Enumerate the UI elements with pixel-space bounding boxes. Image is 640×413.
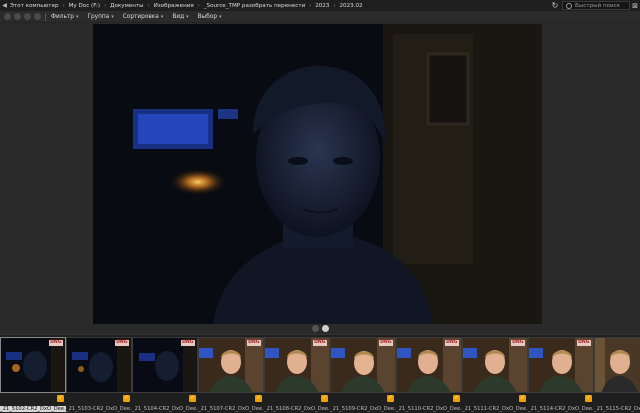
thumbnail[interactable]: DNG ✓ _21_5102-CR2_DxO_Dee... bbox=[0, 337, 66, 413]
sort-menu[interactable]: Сортировка bbox=[119, 14, 169, 20]
chevron-right-icon[interactable]: › bbox=[145, 3, 153, 9]
thumbnail-image bbox=[594, 337, 640, 393]
toolbar-divider bbox=[45, 12, 46, 21]
dng-badge: DNG bbox=[114, 340, 129, 346]
thumbnail-filename: _21_5114-CR2_DxO_Dee... bbox=[528, 406, 594, 412]
filter-menu[interactable]: Фильтр bbox=[47, 14, 83, 20]
up-button[interactable] bbox=[23, 13, 31, 20]
thumbnail[interactable]: DNG ✓ _21_5103-CR2_DxO_Dee... bbox=[66, 337, 132, 413]
forward-button[interactable] bbox=[13, 13, 21, 20]
breadcrumb-item-2023[interactable]: 2023 bbox=[314, 3, 330, 9]
thumbnail-filename: _21_5104-CR2_DxO_Dee... bbox=[132, 406, 198, 412]
search-placeholder: Быстрый поиск bbox=[575, 2, 621, 9]
thumbnail[interactable]: DNG ✓ _21_5111-CR2_DxO_Dee... bbox=[462, 337, 528, 413]
thumbnail[interactable]: DNG ✓ _21_5104-CR2_DxO_Dee... bbox=[132, 337, 198, 413]
dng-badge: DNG bbox=[246, 340, 261, 346]
checkbox[interactable]: ✓ bbox=[453, 395, 460, 402]
dng-badge: DNG bbox=[444, 340, 459, 346]
thumbnail[interactable]: _21_5115-CR2_DxO bbox=[594, 337, 640, 413]
thumbnail-filename: _21_5109-CR2_DxO_Dee... bbox=[330, 406, 396, 412]
breadcrumb-item-documents[interactable]: Документы bbox=[109, 3, 144, 9]
thumbnail-filename: _21_5107-CR2_DxO_Dee... bbox=[198, 406, 264, 412]
back-button[interactable] bbox=[3, 13, 11, 20]
breadcrumb: Этот компьютер › My Doc (F:) › Документы… bbox=[9, 3, 364, 9]
checkbox[interactable]: ✓ bbox=[57, 395, 64, 402]
checkbox[interactable]: ✓ bbox=[387, 395, 394, 402]
checkbox[interactable]: ✓ bbox=[519, 395, 526, 402]
toolbar: Фильтр Группа Сортировка Вид Выбор bbox=[0, 11, 640, 23]
chevron-right-icon[interactable]: › bbox=[60, 3, 68, 9]
checkbox[interactable]: ✓ bbox=[255, 395, 262, 402]
select-menu[interactable]: Выбор bbox=[194, 14, 227, 20]
thumbnail[interactable]: DNG ✓ _21_5107-CR2_DxO_Dee... bbox=[198, 337, 264, 413]
breadcrumb-item-computer[interactable]: Этот компьютер bbox=[9, 3, 60, 9]
dng-badge: DNG bbox=[312, 340, 327, 346]
dng-badge: DNG bbox=[378, 340, 393, 346]
checkbox[interactable]: ✓ bbox=[321, 395, 328, 402]
chevron-right-icon[interactable]: › bbox=[330, 3, 338, 9]
pager bbox=[0, 325, 640, 333]
preview-photo-graphic bbox=[93, 24, 542, 324]
breadcrumb-item-drive[interactable]: My Doc (F:) bbox=[68, 3, 102, 9]
search-input[interactable]: Быстрый поиск bbox=[562, 1, 630, 10]
pager-dot-1[interactable] bbox=[311, 325, 319, 332]
clear-search-icon[interactable]: ⊠ bbox=[630, 2, 640, 10]
thumbnail[interactable]: DNG ✓ _21_5109-CR2_DxO_Dee... bbox=[330, 337, 396, 413]
chevron-right-icon[interactable]: › bbox=[306, 3, 314, 9]
thumbnail-filename: _21_5103-CR2_DxO_Dee... bbox=[66, 406, 132, 412]
group-menu[interactable]: Группа bbox=[83, 14, 118, 20]
back-arrow-icon[interactable]: ◀ bbox=[0, 0, 9, 11]
chevron-right-icon[interactable]: › bbox=[101, 3, 109, 9]
checkbox[interactable]: ✓ bbox=[123, 395, 130, 402]
thumbnail[interactable]: DNG ✓ _21_5110-CR2_DxO_Dee... bbox=[396, 337, 462, 413]
thumbnail-filename: _21_5102-CR2_DxO_Dee... bbox=[0, 406, 66, 412]
dng-badge: DNG bbox=[576, 340, 591, 346]
refresh-icon[interactable]: ↻ bbox=[550, 1, 560, 10]
dng-badge: DNG bbox=[510, 340, 525, 346]
dng-badge: DNG bbox=[180, 340, 195, 346]
thumbnail[interactable]: DNG ✓ _21_5114-CR2_DxO_Dee... bbox=[528, 337, 594, 413]
filmstrip: DNG ✓ _21_5102-CR2_DxO_Dee... DNG ✓ _21_… bbox=[0, 334, 640, 413]
image-viewer bbox=[0, 24, 640, 324]
home-button[interactable] bbox=[33, 13, 41, 20]
pager-dot-2[interactable] bbox=[321, 325, 329, 332]
breadcrumb-item-images[interactable]: Изображения bbox=[153, 3, 195, 9]
search-icon bbox=[566, 2, 572, 9]
thumbnail-filename: _21_5108-CR2_DxO_Dee... bbox=[264, 406, 330, 412]
thumbnail-filename: _21_5115-CR2_DxO bbox=[594, 406, 640, 412]
address-bar: ◀ Этот компьютер › My Doc (F:) › Докумен… bbox=[0, 0, 640, 11]
preview-photo[interactable] bbox=[93, 24, 542, 324]
checkbox[interactable]: ✓ bbox=[189, 395, 196, 402]
view-menu[interactable]: Вид bbox=[168, 14, 193, 20]
chevron-right-icon[interactable]: › bbox=[195, 3, 203, 9]
breadcrumb-item-source-tmp[interactable]: _Source_TMP разобрать перенести bbox=[203, 3, 307, 9]
breadcrumb-item-2023-02[interactable]: 2023.02 bbox=[338, 3, 363, 9]
thumbnail[interactable]: DNG ✓ _21_5108-CR2_DxO_Dee... bbox=[264, 337, 330, 413]
checkbox[interactable]: ✓ bbox=[585, 395, 592, 402]
thumbnail-filename: _21_5110-CR2_DxO_Dee... bbox=[396, 406, 462, 412]
dng-badge: DNG bbox=[48, 340, 63, 346]
thumbnail-filename: _21_5111-CR2_DxO_Dee... bbox=[462, 406, 528, 412]
